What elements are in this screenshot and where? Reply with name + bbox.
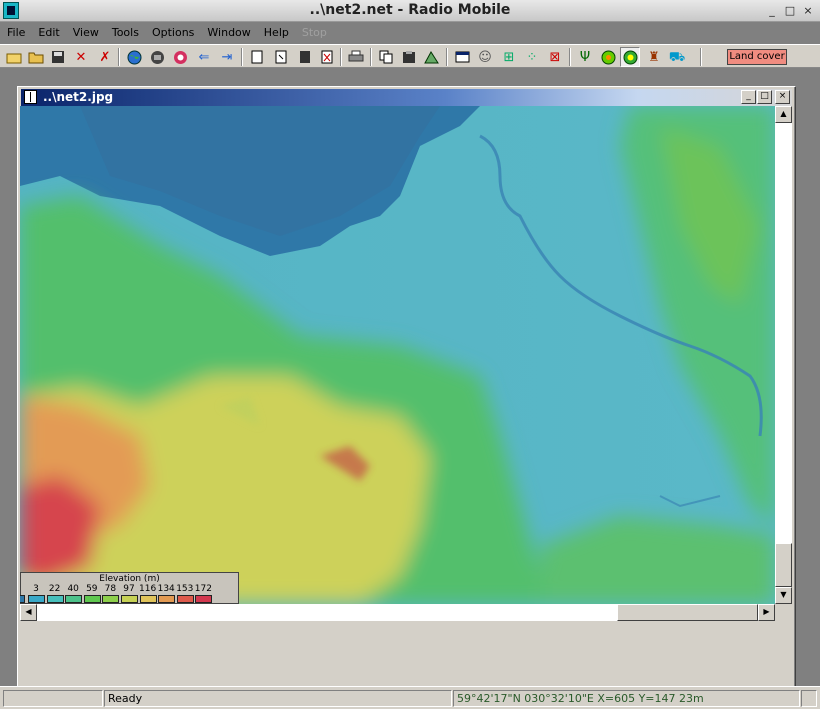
map-window-title: ..\net2.jpg	[43, 90, 114, 104]
status-ready: Ready	[104, 690, 452, 707]
menu-help[interactable]: Help	[257, 24, 295, 42]
grid-icon[interactable]: ⊞	[499, 47, 519, 67]
menu-bar: File Edit View Tools Options Window Help…	[0, 24, 333, 42]
scroll-left-icon[interactable]: ◀	[20, 604, 37, 621]
map-window-title-bar[interactable]: ..\net2.jpg _ □ ×	[21, 89, 792, 106]
menu-edit[interactable]: Edit	[31, 24, 65, 42]
legend-swatch	[65, 595, 83, 603]
elevation-legend: Elevation (m) 3 22 40 59 78 97 116 134 153 172	[20, 572, 239, 604]
network-properties-icon[interactable]: ✕	[71, 47, 91, 67]
coverage-icon[interactable]	[620, 47, 640, 67]
status-bar: Ready 59°42'17"N 030°32'10"E X=605 Y=147…	[0, 686, 820, 709]
scroll-track-upper[interactable]	[775, 123, 792, 543]
open-folder-icon[interactable]	[26, 47, 46, 67]
legend-swatch	[102, 595, 120, 603]
scroll-track-left[interactable]	[37, 604, 617, 621]
elevation-map[interactable]: Elevation (m) 3 22 40 59 78 97 116 134 153 172	[20, 106, 775, 604]
window-icon[interactable]	[452, 47, 472, 67]
title-bar[interactable]: ..\net2.net - Radio Mobile _ □ ×	[0, 0, 820, 22]
size-grip[interactable]	[801, 690, 817, 707]
nodes-icon[interactable]: ⁘	[522, 47, 542, 67]
sheet-close-icon[interactable]	[317, 47, 337, 67]
legend-swatch	[139, 595, 157, 603]
menu-stop: Stop	[301, 26, 327, 39]
scroll-corner	[775, 604, 792, 621]
map-properties-icon[interactable]	[147, 47, 167, 67]
antenna-icon[interactable]: Ψ	[575, 47, 595, 67]
copy-icon[interactable]	[376, 47, 396, 67]
land-cover-button[interactable]: Land cover	[727, 49, 787, 65]
globe-icon[interactable]	[124, 47, 144, 67]
horizontal-scrollbar[interactable]: ◀ ▶	[20, 604, 775, 621]
new-folder-icon[interactable]	[4, 47, 24, 67]
legend-swatch	[158, 595, 176, 603]
horizontal-scroll-thumb[interactable]	[617, 604, 758, 621]
maximize-button[interactable]: □	[782, 3, 798, 18]
network-edit-icon[interactable]: ✗	[95, 47, 115, 67]
document-icon[interactable]	[24, 90, 37, 104]
status-empty	[3, 690, 103, 707]
legend-swatch	[83, 595, 101, 603]
save-icon[interactable]	[48, 47, 68, 67]
sheet-save-icon[interactable]	[295, 47, 315, 67]
forward-arrow-icon[interactable]: ⇥	[217, 47, 237, 67]
child-minimize-button[interactable]: _	[741, 90, 756, 104]
vertical-scrollbar[interactable]: ▲ ▼	[775, 106, 792, 604]
menu-tools[interactable]: Tools	[105, 24, 145, 42]
sheet-new-icon[interactable]	[271, 47, 291, 67]
map-window[interactable]: ..\net2.jpg _ □ × Elevation (m) 3 22 40 …	[17, 86, 796, 693]
legend-swatch	[46, 595, 64, 603]
toolbar: ✕ ✗ ⇐ ⇥ ☺ ⊞ ⁘ ⊠ Ψ ♜ ⛟ Land cover	[0, 44, 820, 68]
back-arrow-icon[interactable]: ⇐	[194, 47, 214, 67]
legend-tick: 172	[194, 584, 212, 594]
radar-icon[interactable]	[598, 47, 618, 67]
print-icon[interactable]	[346, 47, 366, 67]
scroll-up-icon[interactable]: ▲	[775, 106, 792, 123]
world-icon[interactable]	[170, 47, 190, 67]
menu-options[interactable]: Options	[145, 24, 200, 42]
legend-swatch	[121, 595, 138, 603]
status-coordinates: 59°42'17"N 030°32'10"E X=605 Y=147 23m	[453, 690, 800, 707]
menu-file[interactable]: File	[0, 24, 31, 42]
legend-swatch	[20, 595, 25, 603]
elevation-map-image[interactable]	[20, 106, 775, 604]
menu-view[interactable]: View	[66, 24, 105, 42]
legend-swatch	[195, 595, 213, 603]
child-maximize-button[interactable]: □	[757, 90, 772, 104]
window-title: ..\net2.net - Radio Mobile	[309, 2, 511, 18]
legend-swatch	[28, 595, 45, 603]
tower-icon[interactable]: ♜	[644, 47, 664, 67]
vertical-scroll-thumb[interactable]	[775, 543, 792, 587]
menu-window[interactable]: Window	[200, 24, 256, 42]
scroll-right-icon[interactable]: ▶	[758, 604, 775, 621]
people-icon[interactable]: ☺	[475, 47, 495, 67]
child-close-button[interactable]: ×	[775, 90, 790, 104]
legend-title: Elevation (m)	[99, 574, 160, 584]
minimize-button[interactable]: _	[764, 3, 780, 18]
route-icon[interactable]: ⛟	[667, 47, 687, 67]
paste-icon[interactable]	[399, 47, 419, 67]
close-network-icon[interactable]: ⊠	[545, 47, 565, 67]
scroll-down-icon[interactable]: ▼	[775, 587, 792, 604]
close-button[interactable]: ×	[800, 3, 816, 18]
mdi-area: ..\net2.jpg _ □ × Elevation (m) 3 22 40 …	[0, 69, 820, 693]
legend-swatch	[176, 595, 194, 603]
sheet-icon[interactable]	[247, 47, 267, 67]
merge-icon[interactable]	[422, 47, 442, 67]
